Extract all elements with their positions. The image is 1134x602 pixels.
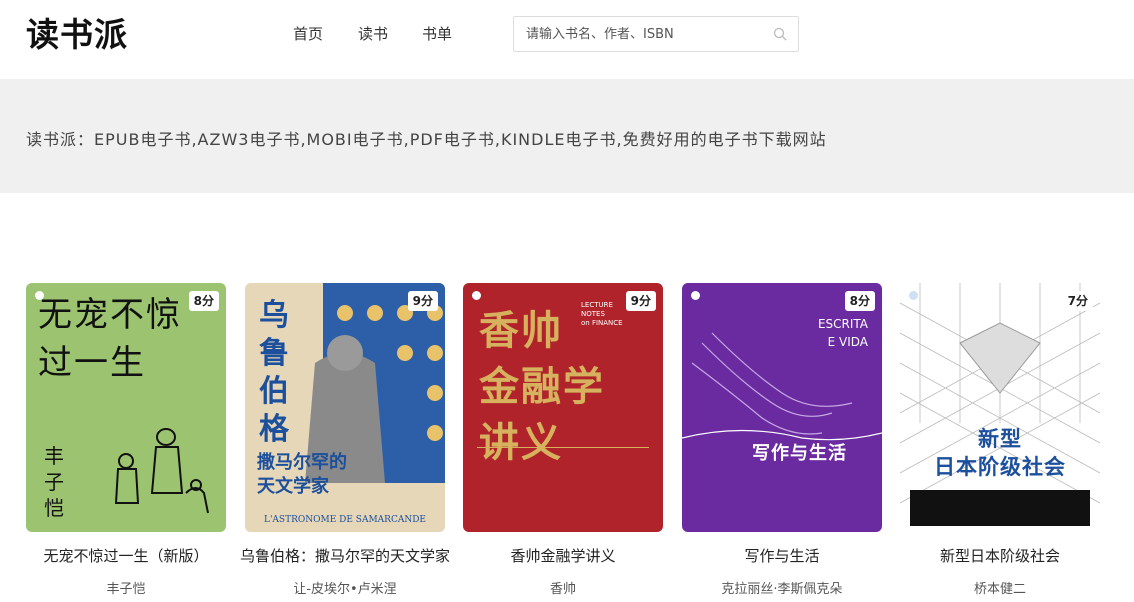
book-title[interactable]: 新型日本阶级社会 [880, 545, 1120, 566]
site-header: 读书派 首页 读书 书单 [0, 0, 1134, 79]
cover-author-art: 丰子恺 [44, 444, 64, 520]
cover-subtitle-art: 撒马尔罕的 天文学家 [257, 452, 347, 497]
book-author[interactable]: 丰子恺 [6, 578, 246, 597]
book-card: 无宠不惊 过一生 丰子恺 8分 无宠不惊过一生（新版） 丰子恺 [26, 283, 226, 597]
cover-hand-illustration [682, 332, 882, 441]
score-badge: 9分 [407, 291, 438, 311]
book-title[interactable]: 无宠不惊过一生（新版） [6, 545, 246, 566]
book-title[interactable]: 写作与生活 [662, 545, 902, 566]
nav-booklists[interactable]: 书单 [422, 24, 452, 44]
score-badge: 9分 [625, 291, 656, 311]
score-badge: 7分 [1062, 291, 1093, 311]
book-cover[interactable]: 无宠不惊 过一生 丰子恺 8分 [26, 283, 226, 532]
cover-band [910, 490, 1090, 526]
book-cover[interactable]: 新型 日本阶级社会 7分 [900, 283, 1100, 532]
cover-title-art: 香帅 金融学 讲义 [479, 308, 605, 466]
banner-text: 读书派：EPUB电子书,AZW3电子书,MOBI电子书,PDF电子书,KINDL… [26, 130, 827, 149]
book-card: 乌鲁伯格 撒马尔罕的 天文学家 L'ASTRONOME DE SAMARCAND… [240, 283, 450, 597]
book-author[interactable]: 桥本健二 [880, 578, 1120, 597]
cover-dot [472, 291, 481, 300]
book-card: ESCRITA E VIDA 写作与生活 8分 写作与生活 克拉丽丝·李斯佩克朵 [682, 283, 882, 597]
site-banner: 读书派：EPUB电子书,AZW3电子书,MOBI电子书,PDF电子书,KINDL… [0, 79, 1134, 193]
search-input[interactable] [514, 17, 764, 51]
book-author[interactable]: 克拉丽丝·李斯佩克朵 [662, 578, 902, 597]
book-cover[interactable]: LECTURE NOTES on FINANCE 香帅 金融学 讲义 9分 [463, 283, 663, 532]
book-title[interactable]: 香帅金融学讲义 [443, 545, 683, 566]
cover-foot-art: L'ASTRONOME DE SAMARCANDE [263, 515, 427, 525]
cover-title-art: 乌鲁伯格 [259, 298, 289, 447]
cover-title-art: 写作与生活 [752, 443, 847, 464]
book-author[interactable]: 让-皮埃尔•卢米涅 [225, 578, 465, 597]
book-card: 新型 日本阶级社会 7分 新型日本阶级社会 桥本健二 [900, 283, 1100, 597]
book-card: LECTURE NOTES on FINANCE 香帅 金融学 讲义 9分 香帅… [463, 283, 663, 597]
cover-dot [691, 291, 700, 300]
cover-rule [477, 447, 649, 448]
score-badge: 8分 [188, 291, 219, 311]
cover-title-art: 新型 日本阶级社会 [934, 427, 1066, 479]
nav-reading[interactable]: 读书 [358, 24, 388, 44]
book-cover[interactable]: 乌鲁伯格 撒马尔罕的 天文学家 L'ASTRONOME DE SAMARCAND… [245, 283, 445, 532]
search-icon[interactable] [773, 27, 787, 41]
search-box [513, 16, 799, 52]
cover-title-art: 无宠不惊 过一生 [38, 295, 182, 383]
book-cover[interactable]: ESCRITA E VIDA 写作与生活 8分 [682, 283, 882, 532]
book-author[interactable]: 香帅 [443, 578, 683, 597]
site-logo[interactable]: 读书派 [26, 14, 128, 56]
cover-illustration [114, 428, 209, 514]
score-badge: 8分 [844, 291, 875, 311]
nav-home[interactable]: 首页 [293, 24, 323, 44]
book-title[interactable]: 乌鲁伯格：撒马尔罕的天文学家 [225, 545, 465, 566]
